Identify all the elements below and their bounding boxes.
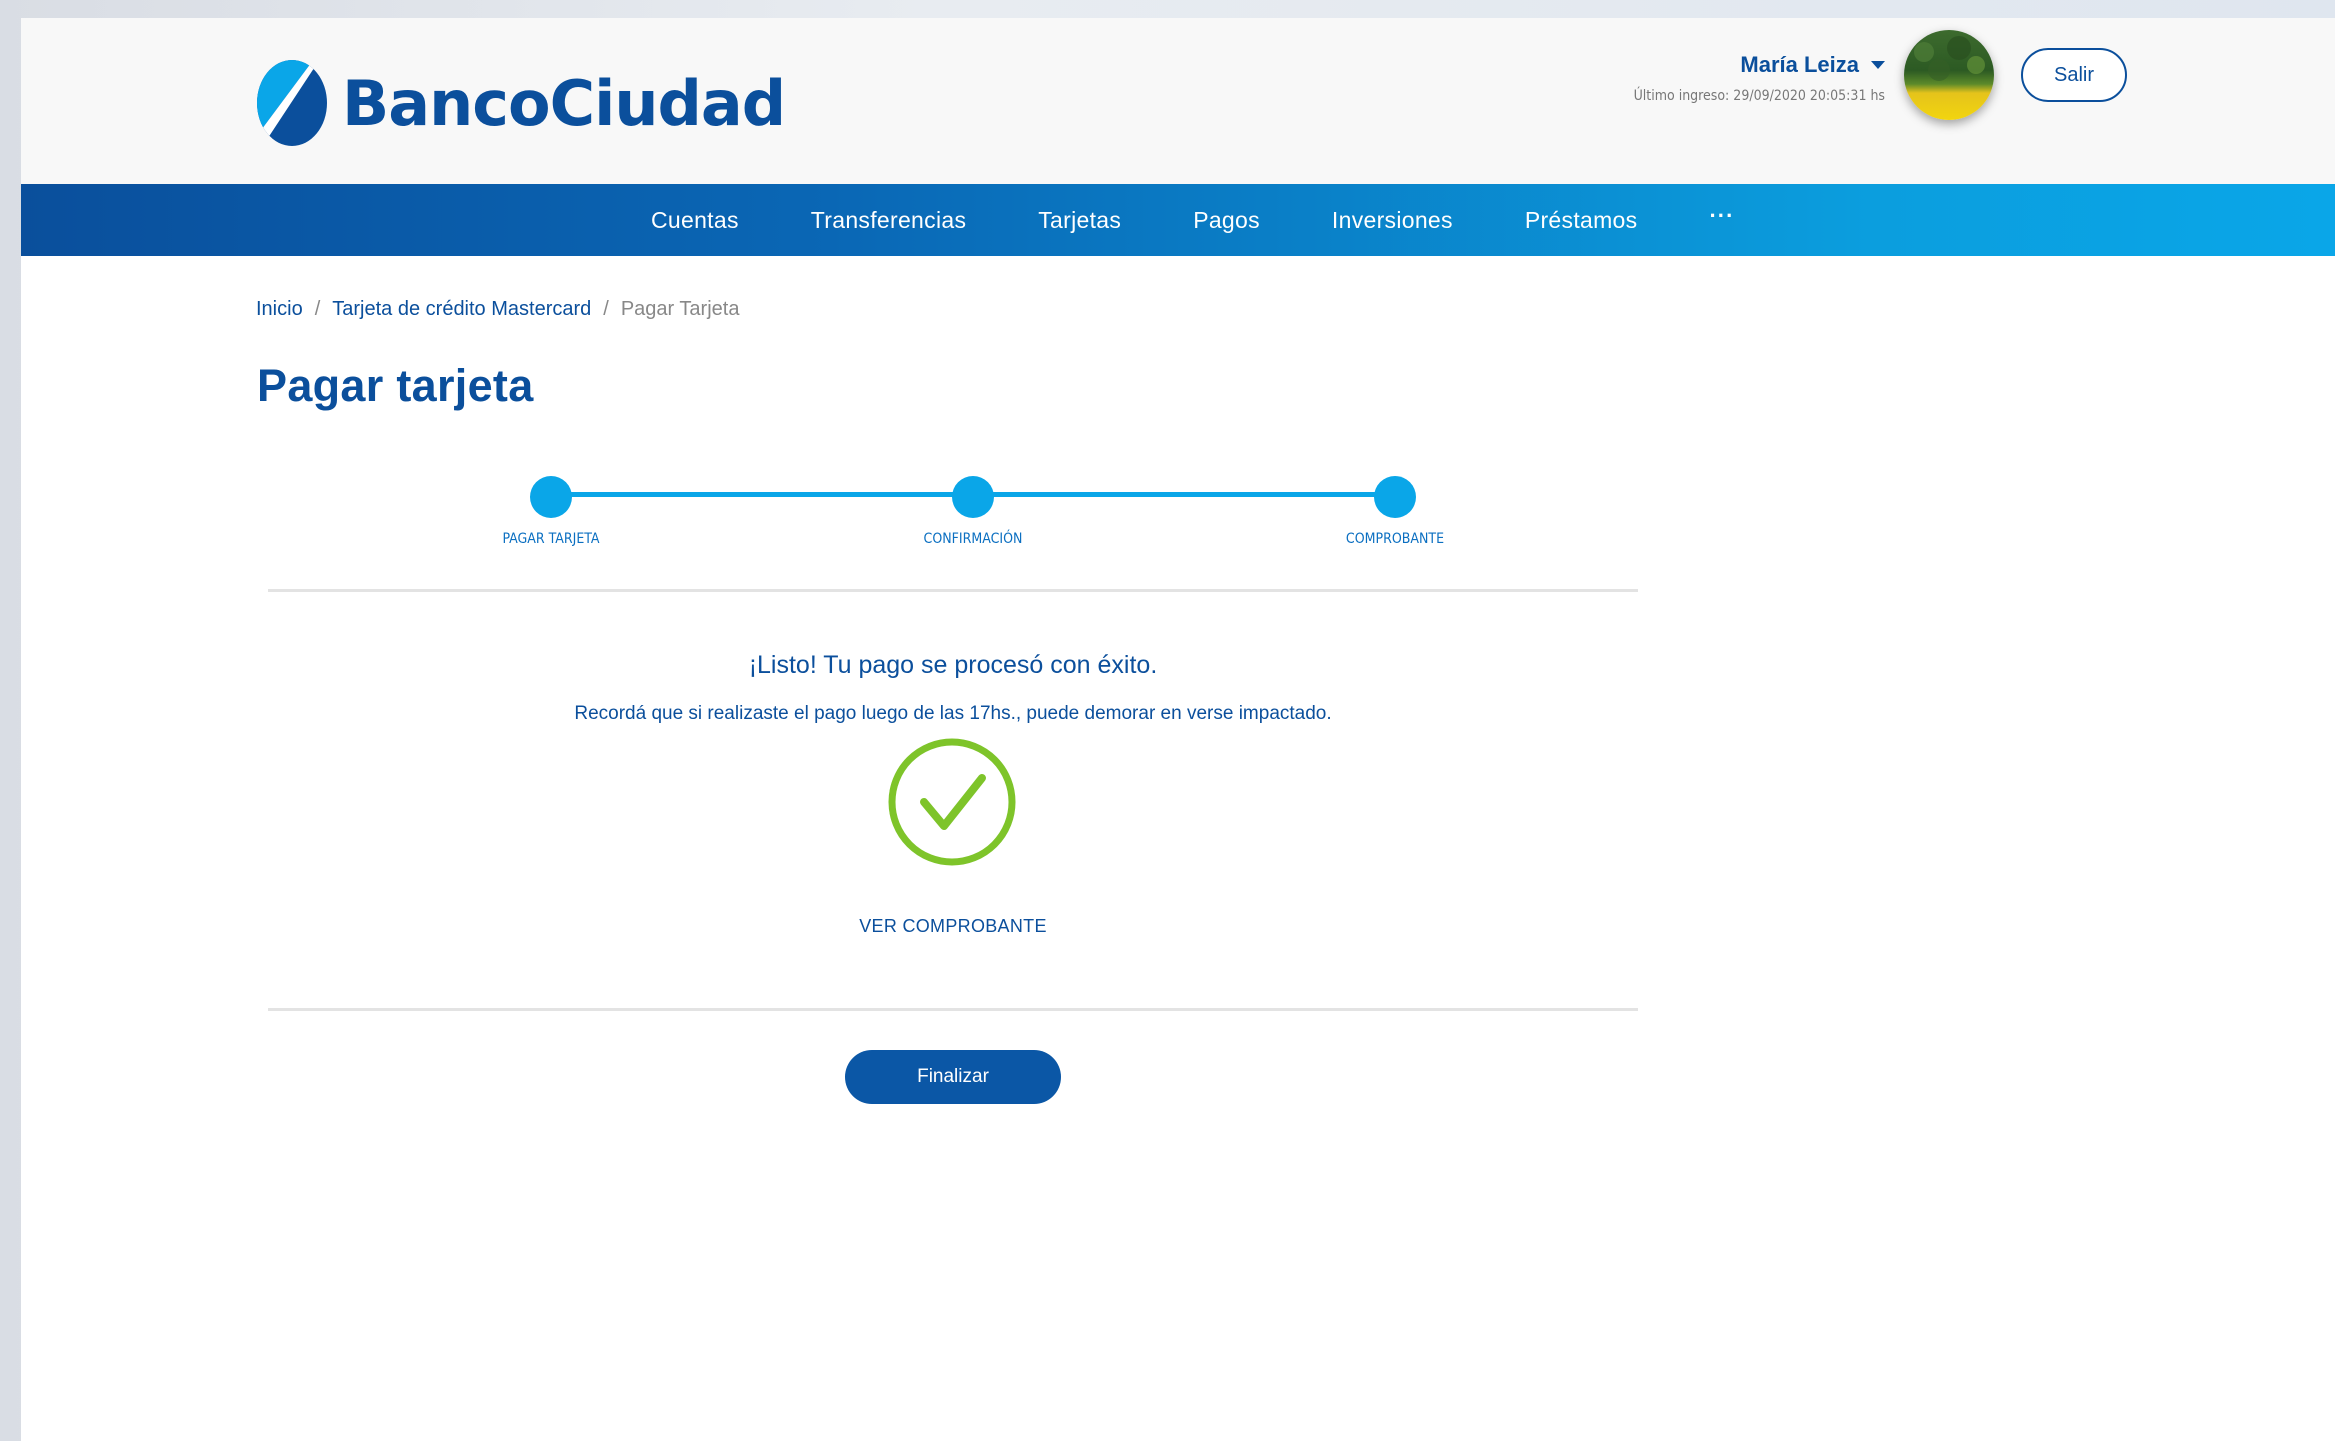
step-confirmacion: CONFIRMACIÓN bbox=[873, 476, 1073, 547]
success-title: ¡Listo! Tu pago se procesó con éxito. bbox=[748, 651, 1158, 679]
browser-viewport: BancoCiudad María Leiza Último ingreso: … bbox=[21, 18, 2335, 1441]
main-nav: Cuentas Transferencias Tarjetas Pagos In… bbox=[21, 184, 2335, 256]
avatar[interactable] bbox=[1904, 30, 1994, 120]
step-label: CONFIRMACIÓN bbox=[923, 531, 1023, 547]
success-note: Recordá que si realizaste el pago luego … bbox=[574, 703, 1332, 724]
step-dot bbox=[530, 476, 572, 518]
user-info: María Leiza Último ingreso: 29/09/2020 2… bbox=[1634, 52, 1885, 104]
breadcrumb-home-link[interactable]: Inicio bbox=[256, 298, 303, 321]
nav-item-transferencias[interactable]: Transferencias bbox=[811, 207, 966, 234]
breadcrumb-current: Pagar Tarjeta bbox=[620, 298, 740, 320]
logout-button[interactable]: Salir bbox=[2021, 48, 2127, 102]
nav-items: Cuentas Transferencias Tarjetas Pagos In… bbox=[651, 184, 1734, 256]
breadcrumb-separator: / bbox=[314, 298, 321, 320]
progress-stepper: PAGAR TARJETA CONFIRMACIÓN COMPROBANTE bbox=[471, 456, 1471, 556]
last-login-text: Último ingreso: 29/09/2020 20:05:31 hs bbox=[1633, 88, 1885, 104]
step-pagar-tarjeta: PAGAR TARJETA bbox=[451, 476, 651, 547]
banco-ciudad-logo-icon bbox=[257, 60, 327, 146]
step-label: PAGAR TARJETA bbox=[502, 531, 600, 547]
finish-button[interactable]: Finalizar bbox=[845, 1050, 1061, 1104]
step-comprobante: COMPROBANTE bbox=[1295, 476, 1495, 547]
divider bbox=[268, 589, 1638, 592]
view-receipt-link[interactable]: VER COMPROBANTE bbox=[268, 916, 1638, 937]
user-menu-toggle[interactable]: María Leiza bbox=[1634, 52, 1885, 78]
nav-item-tarjetas[interactable]: Tarjetas bbox=[1038, 207, 1121, 234]
nav-item-inversiones[interactable]: Inversiones bbox=[1332, 207, 1453, 234]
breadcrumb: Inicio / Tarjeta de crédito Mastercard /… bbox=[256, 298, 739, 321]
more-menu-icon[interactable]: ··· bbox=[1709, 203, 1734, 229]
nav-item-pagos[interactable]: Pagos bbox=[1193, 207, 1260, 234]
avatar-image bbox=[1914, 36, 1985, 81]
site-header: BancoCiudad María Leiza Último ingreso: … bbox=[21, 18, 2335, 184]
success-check-icon bbox=[888, 738, 1016, 866]
step-dot bbox=[1374, 476, 1416, 518]
banco-ciudad-logo[interactable]: BancoCiudad bbox=[256, 58, 786, 148]
breadcrumb-card-link[interactable]: Tarjeta de crédito Mastercard bbox=[332, 298, 591, 321]
divider bbox=[268, 1008, 1638, 1011]
nav-item-prestamos[interactable]: Préstamos bbox=[1525, 207, 1638, 234]
step-label: COMPROBANTE bbox=[1345, 531, 1445, 547]
nav-item-cuentas[interactable]: Cuentas bbox=[651, 207, 739, 234]
user-name: María Leiza bbox=[1740, 52, 1859, 77]
chevron-down-icon bbox=[1871, 61, 1885, 69]
logo-text: BancoCiudad bbox=[342, 66, 786, 140]
breadcrumb-separator: / bbox=[603, 298, 609, 320]
page-title: Pagar tarjeta bbox=[257, 360, 534, 411]
step-dot bbox=[952, 476, 994, 518]
